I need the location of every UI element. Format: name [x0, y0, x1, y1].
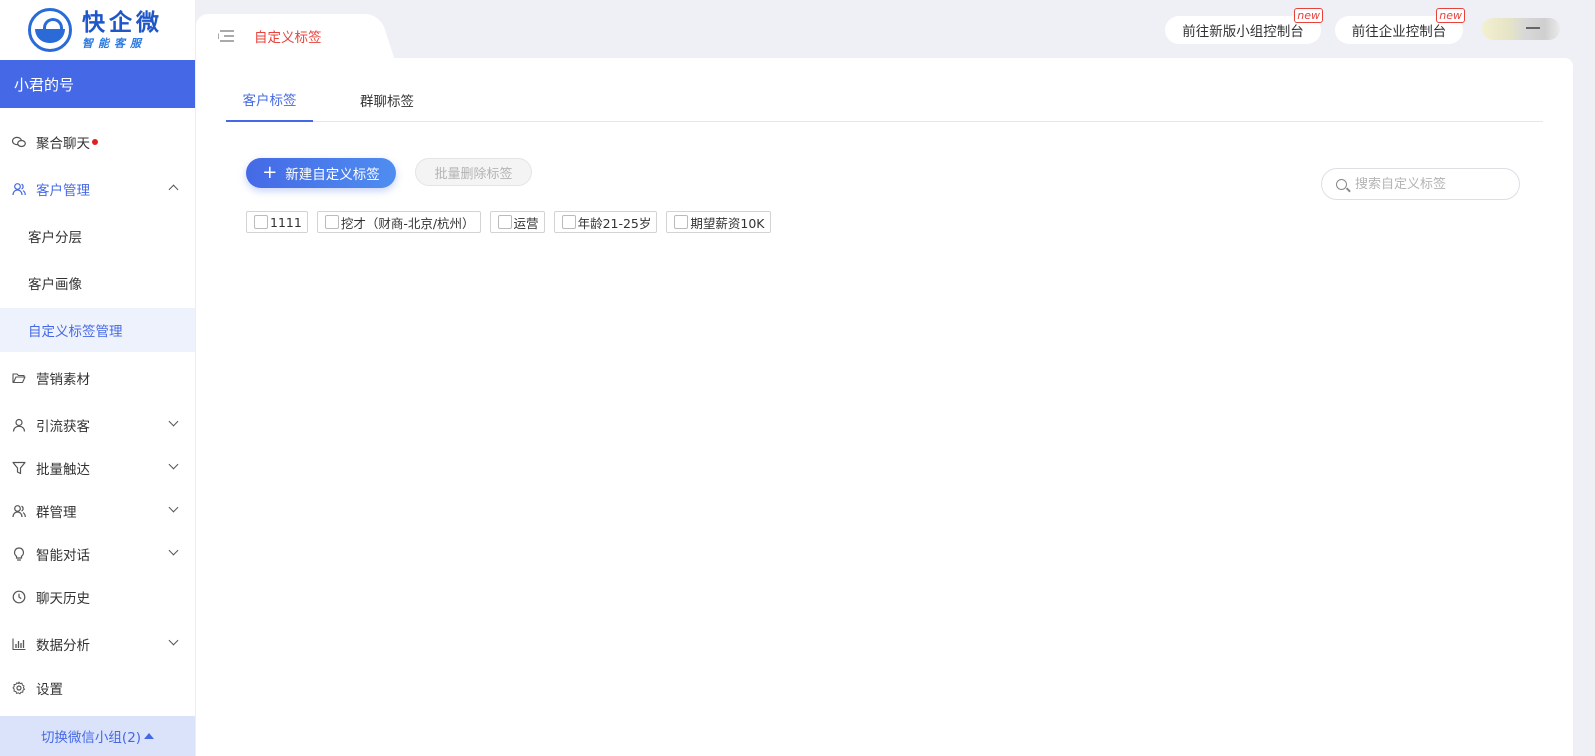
sidebar-item-label: 客户分层 — [28, 230, 82, 246]
sidebar-item-customer-profile[interactable]: 客户画像 — [0, 261, 195, 305]
sidebar-item-marketing-materials[interactable]: 营销素材 — [0, 356, 195, 400]
filter-icon — [12, 461, 26, 475]
switch-group-label: 切换微信小组(2) — [40, 730, 142, 746]
tag-checkbox[interactable] — [561, 215, 576, 229]
sidebar-item-label: 客户画像 — [28, 277, 82, 293]
tag-item[interactable]: 运营 — [489, 211, 545, 233]
tab-group-chat-tags[interactable]: 群聊标签 — [356, 78, 418, 122]
sidebar-item-label: 客户管理 — [36, 183, 90, 199]
switch-wechat-group-button[interactable]: 切换微信小组(2) — [0, 716, 195, 756]
tag-checkbox[interactable] — [254, 215, 268, 229]
plus-icon: + — [262, 162, 278, 183]
sidebar-item-group-management[interactable]: 群管理 — [0, 489, 195, 533]
tag-list: 1111 挖才（财商-北京/杭州） 运营 年龄21-25岁 期望薪资10K — [246, 211, 771, 233]
user-icon — [12, 418, 26, 432]
button-label: 前往新版小组控制台 — [1182, 24, 1304, 40]
sidebar-item-label: 群管理 — [36, 505, 77, 521]
sidebar-item-custom-tag-management[interactable]: 自定义标签管理 — [0, 308, 195, 352]
batch-delete-tags-button[interactable]: 批量删除标签 — [415, 158, 532, 186]
bulb-icon — [12, 547, 26, 561]
wechat-icon — [12, 135, 26, 149]
chevron-up-icon — [168, 184, 179, 195]
sidebar-item-smart-dialog[interactable]: 智能对话 — [0, 532, 195, 576]
sidebar-item-label: 数据分析 — [36, 638, 90, 654]
tag-label: 挖才（财商-北京/杭州） — [340, 215, 475, 231]
tag-type-tabs: 客户标签 群聊标签 — [226, 78, 1543, 122]
page-tab-label: 自定义标签 — [254, 30, 322, 46]
tag-checkbox[interactable] — [497, 215, 512, 229]
chevron-down-icon — [168, 545, 179, 556]
search-icon — [1336, 178, 1347, 190]
tag-label: 运营 — [513, 215, 539, 231]
tag-label: 期望薪资10K — [690, 215, 765, 231]
folder-icon — [12, 371, 26, 385]
tag-item[interactable]: 期望薪资10K — [666, 211, 771, 233]
collapse-menu-icon[interactable] — [216, 30, 234, 42]
gear-icon — [12, 681, 26, 695]
group-icon — [12, 504, 26, 518]
clock-icon — [12, 590, 26, 604]
brand-subtitle: 智能客服 — [82, 36, 146, 50]
sidebar-item-settings[interactable]: 设置 — [0, 666, 195, 710]
button-label: 前往企业控制台 — [1351, 24, 1447, 40]
chevron-down-icon — [168, 416, 179, 427]
sidebar-item-chat-history[interactable]: 聊天历史 — [0, 575, 195, 619]
user-avatar[interactable] — [1482, 18, 1560, 40]
new-group-console-button[interactable]: 前往新版小组控制台 new — [1165, 8, 1323, 44]
bar-chart-icon — [12, 637, 26, 651]
sidebar-item-data-analysis[interactable]: 数据分析 — [0, 622, 195, 666]
brand-title: 快企微 — [82, 9, 163, 36]
sidebar-item-label: 引流获客 — [36, 419, 90, 435]
sidebar-item-batch-reach[interactable]: 批量触达 — [0, 446, 195, 490]
button-label: 新建自定义标签 — [285, 167, 380, 183]
page-tab[interactable]: 自定义标签 — [196, 14, 371, 58]
caret-up-icon — [144, 733, 155, 739]
sidebar-item-customer-management[interactable]: 客户管理 — [0, 167, 195, 211]
new-custom-tag-button[interactable]: + 新建自定义标签 — [246, 158, 396, 188]
top-bar: 自定义标签 前往新版小组控制台 new 前往企业控制台 new — [196, 0, 1595, 58]
new-badge: new — [1436, 8, 1465, 23]
tag-checkbox[interactable] — [674, 215, 689, 229]
tag-checkbox[interactable] — [324, 215, 339, 229]
tag-label: 1111 — [270, 214, 302, 230]
sidebar-item-label: 智能对话 — [36, 548, 90, 564]
sidebar-item-label: 聚合聊天 — [36, 136, 90, 152]
sidebar-item-label: 设置 — [36, 682, 63, 698]
sidebar: 快企微 智能客服 小君的号 聚合聊天 客户管理 客户分层 客户画像 自定义标签管… — [0, 0, 196, 756]
search-input[interactable] — [1355, 176, 1515, 192]
chevron-down-icon — [168, 635, 179, 646]
tag-item[interactable]: 挖才（财商-北京/杭州） — [316, 211, 481, 233]
sidebar-item-lead-acquisition[interactable]: 引流获客 — [0, 403, 195, 447]
search-box — [1321, 168, 1520, 200]
sidebar-item-label: 自定义标签管理 — [28, 324, 123, 340]
sidebar-item-aggregate-chat[interactable]: 聚合聊天 — [0, 120, 195, 164]
tag-item[interactable]: 1111 — [246, 211, 308, 233]
chevron-down-icon — [168, 502, 179, 513]
new-badge: new — [1294, 8, 1323, 23]
sidebar-item-label: 聊天历史 — [36, 591, 90, 607]
whale-logo-icon — [28, 8, 72, 52]
sidebar-item-label: 批量触达 — [36, 462, 90, 478]
tag-label: 年龄21-25岁 — [577, 215, 652, 231]
sidebar-item-customer-segments[interactable]: 客户分层 — [0, 214, 195, 258]
main-panel: 客户标签 群聊标签 + 新建自定义标签 批量删除标签 1111 挖才（财商-北京… — [196, 58, 1573, 756]
account-name[interactable]: 小君的号 — [0, 60, 195, 108]
unread-dot — [92, 139, 98, 145]
users-icon — [12, 182, 26, 196]
enterprise-console-button[interactable]: 前往企业控制台 new — [1335, 8, 1465, 44]
chevron-down-icon — [168, 459, 179, 470]
tag-item[interactable]: 年龄21-25岁 — [553, 211, 658, 233]
brand-logo[interactable]: 快企微 智能客服 — [0, 0, 195, 60]
sidebar-item-label: 营销素材 — [36, 372, 90, 388]
tab-customer-tags[interactable]: 客户标签 — [226, 78, 313, 122]
